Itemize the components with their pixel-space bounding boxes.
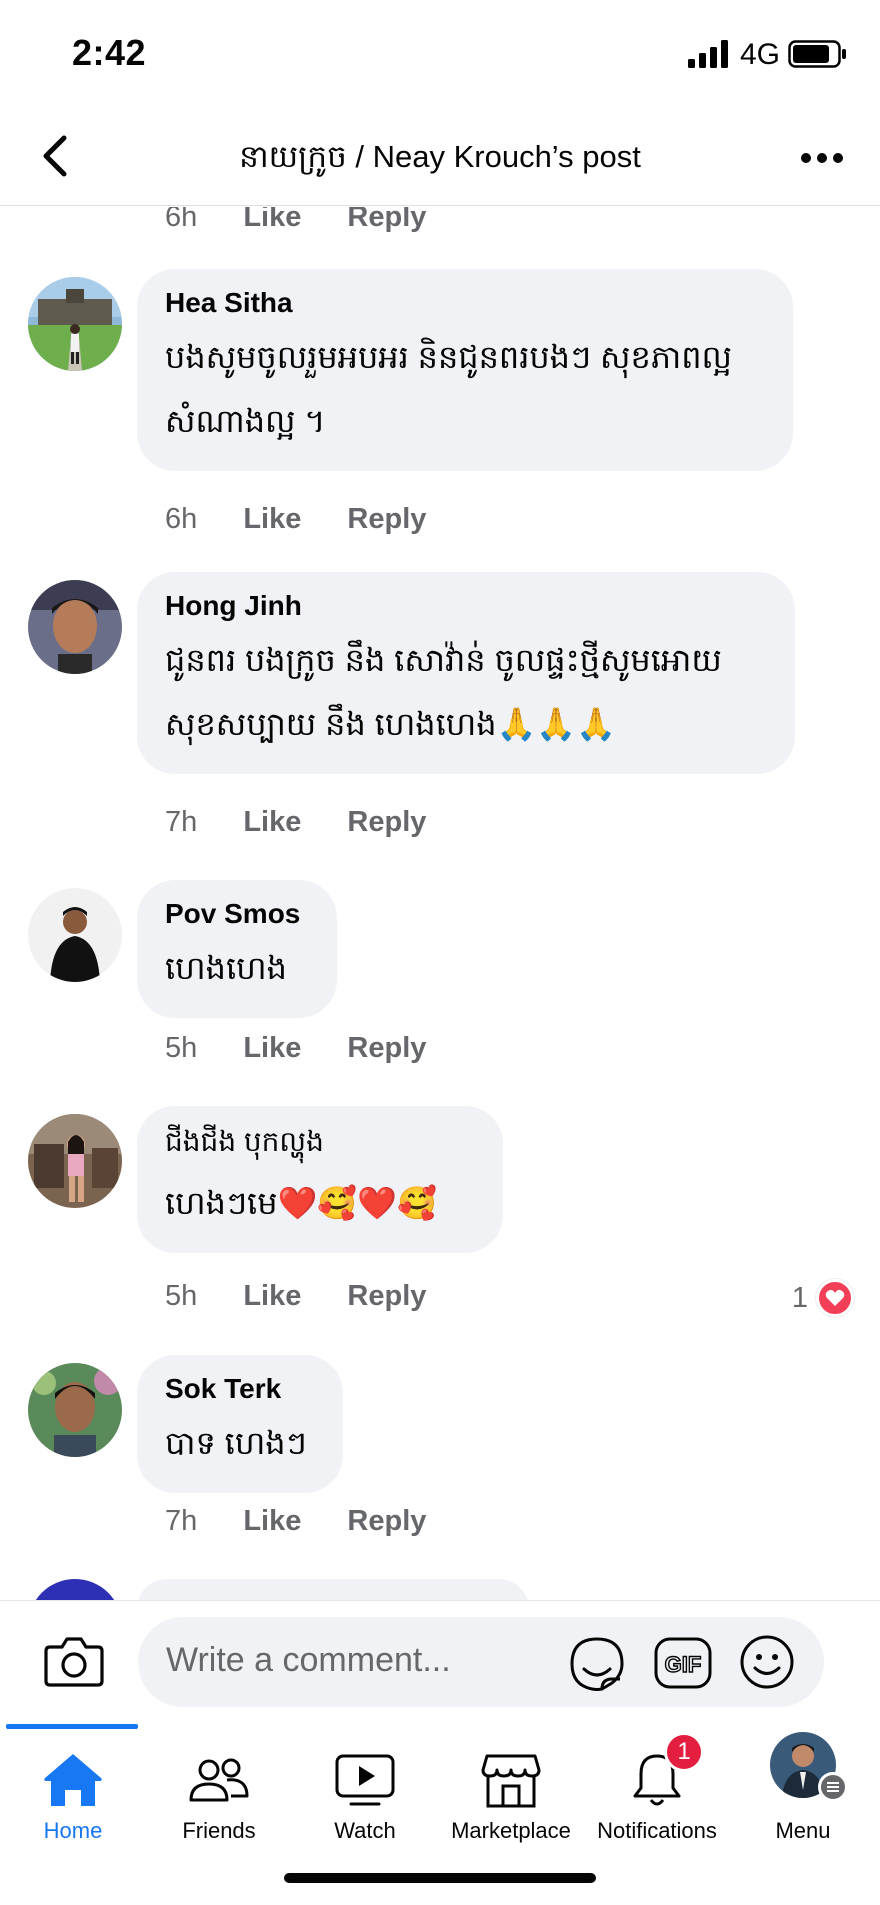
avatar[interactable]: [28, 888, 122, 982]
heart-reaction-icon: [816, 1279, 854, 1317]
comment-author[interactable]: Hong Jinh: [165, 590, 765, 622]
comment-text: ហេងៗមេ❤️🥰❤️🥰: [165, 1185, 437, 1221]
reply-button[interactable]: Reply: [347, 207, 426, 233]
comment-time: 6h: [165, 503, 198, 535]
reply-button[interactable]: Reply: [347, 503, 426, 535]
comment-input[interactable]: [166, 1641, 546, 1680]
comment-bubble: [137, 1579, 529, 1600]
comment-time: 7h: [165, 806, 198, 838]
emoji-icon[interactable]: [738, 1633, 796, 1691]
gif-label: GIF: [665, 1652, 702, 1677]
nav-home-label: Home: [43, 1818, 103, 1843]
comment-meta: 7h Like Reply: [165, 806, 464, 839]
like-button[interactable]: Like: [243, 1032, 301, 1064]
reply-button[interactable]: Reply: [347, 1505, 426, 1537]
nav-friends-label: Friends: [182, 1818, 256, 1843]
marketplace-icon: [481, 1754, 541, 1808]
camera-icon[interactable]: [44, 1635, 104, 1687]
avatar[interactable]: [28, 1363, 122, 1457]
reply-button[interactable]: Reply: [347, 806, 426, 838]
nav-friends[interactable]: Friends: [146, 1724, 292, 1854]
nav-watch-label: Watch: [334, 1818, 396, 1843]
comment-text: សំណាងល្អ ។: [165, 403, 326, 439]
like-button[interactable]: Like: [243, 1505, 301, 1537]
comment-text: សុខសប្បាយ នឹង ហេងហេង🙏🙏🙏: [165, 706, 617, 742]
nav-watch[interactable]: Watch: [292, 1724, 438, 1854]
comment-author[interactable]: Pov Smos: [165, 898, 307, 930]
reply-button[interactable]: Reply: [347, 1280, 426, 1312]
comment-time: 6h: [165, 207, 198, 233]
comment-meta: 6h Like Reply: [165, 207, 464, 234]
status-bar: 2:42 4G: [0, 0, 880, 110]
comment-time: 7h: [165, 1505, 198, 1537]
nav-notifications-label: Notifications: [597, 1818, 717, 1843]
reaction-summary[interactable]: 1: [792, 1279, 854, 1317]
comment-meta: 6h Like Reply: [165, 503, 464, 536]
watch-icon: [335, 1754, 395, 1806]
nav-marketplace[interactable]: Marketplace: [438, 1724, 584, 1854]
gif-icon[interactable]: GIF: [654, 1637, 712, 1689]
comment-text: បងសូមចូលរួមអបអរ និនជូនពរបងៗ សុខភាពល្អ: [165, 339, 732, 375]
like-button[interactable]: Like: [243, 1280, 301, 1312]
like-button[interactable]: Like: [243, 207, 301, 233]
like-button[interactable]: Like: [243, 503, 301, 535]
network-label: 4G: [740, 38, 781, 71]
post-header: នាយក្រូច / Neay Krouch’s post: [0, 110, 880, 206]
comment-bubble: ជីងជីង បុកល្ហុង ហេងៗមេ❤️🥰❤️🥰: [137, 1106, 503, 1253]
more-options-icon[interactable]: [798, 148, 846, 168]
comment-bubble: Pov Smos ហេងហេង: [137, 880, 337, 1018]
comment-composer: GIF: [0, 1600, 880, 1724]
comment-text: ជូនពរ បងក្រូច នឹង សោវ៉ាន់ ចូលផ្ទះថ្មីសូម…: [165, 642, 722, 678]
battery-icon: [788, 40, 846, 68]
comment-author[interactable]: Hea Sitha: [165, 287, 763, 319]
comment-meta: 7h Like Reply: [165, 1505, 464, 1538]
comment-bubble: Sok Terk បាទ ហេងៗ: [137, 1355, 343, 1493]
home-icon: [44, 1754, 102, 1806]
comment-bubble: Hong Jinh ជូនពរ បងក្រូច នឹង សោវ៉ាន់ ចូលផ…: [137, 572, 795, 774]
nav-home[interactable]: Home: [0, 1724, 146, 1854]
menu-hamburger-icon: [818, 1772, 848, 1802]
signal-icon: [688, 40, 728, 68]
reply-button[interactable]: Reply: [347, 1032, 426, 1064]
sticker-icon[interactable]: [568, 1635, 626, 1693]
back-chevron-icon[interactable]: [36, 132, 76, 180]
comment-meta: 5h Like Reply: [165, 1280, 464, 1313]
avatar[interactable]: [28, 1114, 122, 1208]
avatar[interactable]: [28, 277, 122, 371]
comments-feed[interactable]: 6h Like Reply Hea Sitha បងសូមចូលរួមអបអរ …: [0, 207, 880, 1600]
like-button[interactable]: Like: [243, 806, 301, 838]
home-indicator[interactable]: [284, 1873, 596, 1883]
nav-marketplace-label: Marketplace: [451, 1818, 571, 1843]
page-title: នាយក្រូច / Neay Krouch’s post: [239, 139, 641, 174]
nav-menu[interactable]: Menu: [730, 1724, 876, 1854]
reaction-count: 1: [791, 1281, 808, 1314]
comment-text: ហេងហេង: [165, 950, 287, 986]
comment-bubble: Hea Sitha បងសូមចូលរួមអបអរ និនជូនពរបងៗ សុ…: [137, 269, 793, 471]
comment-meta: 5h Like Reply: [165, 1032, 464, 1065]
comment-box[interactable]: GIF: [138, 1617, 824, 1707]
notification-badge: 1: [664, 1732, 704, 1772]
avatar[interactable]: [28, 580, 122, 674]
comment-time: 5h: [165, 1032, 198, 1064]
comment-author[interactable]: Sok Terk: [165, 1373, 313, 1405]
nav-notifications[interactable]: 1 Notifications: [584, 1724, 730, 1854]
comment-author[interactable]: ជីងជីង បុកល្ហុង: [165, 1124, 473, 1165]
friends-icon: [189, 1758, 249, 1802]
nav-menu-label: Menu: [775, 1818, 831, 1843]
comment-text: បាទ ហេងៗ: [165, 1425, 307, 1461]
status-time: 2:42: [72, 32, 147, 73]
comment-time: 5h: [165, 1280, 198, 1312]
avatar[interactable]: [28, 1579, 122, 1600]
